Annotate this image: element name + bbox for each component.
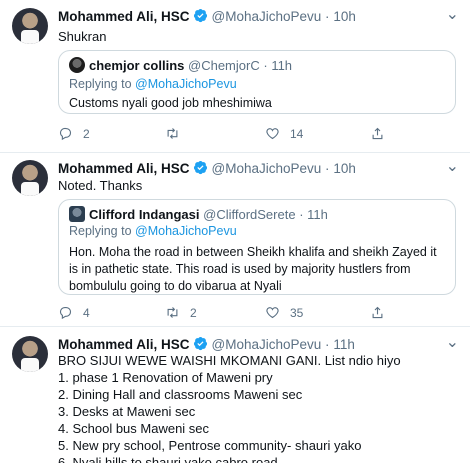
author-name[interactable]: Mohammed Ali, HSC bbox=[58, 9, 190, 24]
quoted-author-name: Clifford Indangasi bbox=[89, 207, 200, 222]
like-count: 14 bbox=[290, 126, 304, 141]
quoted-avatar bbox=[69, 57, 85, 73]
like-button[interactable]: 35 bbox=[265, 305, 303, 320]
heart-icon bbox=[266, 307, 279, 319]
tweet-actions: 2 14 bbox=[58, 126, 383, 144]
tweet-3[interactable]: Mohammed Ali, HSC @MohaJichoPevu · 11h ⌄ … bbox=[0, 327, 470, 463]
retweet-icon bbox=[167, 128, 178, 139]
replying-to-handle[interactable]: @MohaJichoPevu bbox=[135, 77, 237, 91]
share-button[interactable] bbox=[370, 126, 395, 141]
quoted-header: chemjor collins @ChemjorC · 11h bbox=[69, 57, 292, 73]
list-item: 1. phase 1 Renovation of Maweni pry bbox=[58, 370, 273, 385]
replying-to: Replying to @MohaJichoPevu bbox=[69, 77, 237, 91]
author-handle[interactable]: @MohaJichoPevu bbox=[212, 9, 322, 24]
reply-button[interactable]: 4 bbox=[58, 305, 90, 320]
list-item: 2. Dining Hall and classrooms Maweni sec bbox=[58, 387, 303, 402]
separator-dot: · bbox=[325, 161, 330, 176]
tweet-time[interactable]: 10h bbox=[333, 9, 356, 24]
reply-icon bbox=[59, 306, 72, 320]
tweet-time[interactable]: 11h bbox=[333, 337, 355, 352]
more-dots-icon[interactable]: ⌄ bbox=[446, 332, 460, 352]
quoted-header: Clifford Indangasi @CliffordSerete · 11h bbox=[69, 206, 328, 222]
more-dots-icon[interactable]: ⌄ bbox=[446, 4, 460, 24]
separator-dot: · bbox=[325, 337, 330, 352]
list-item: 5. New pry school, Pentrose community- s… bbox=[58, 438, 362, 453]
quoted-tweet[interactable]: chemjor collins @ChemjorC · 11h Replying… bbox=[58, 50, 456, 114]
replying-to-handle[interactable]: @MohaJichoPevu bbox=[135, 224, 237, 238]
replying-to-prefix: Replying to bbox=[69, 224, 132, 238]
retweet-icon bbox=[167, 307, 178, 318]
verified-badge-icon bbox=[193, 160, 207, 175]
quoted-time: 11h bbox=[271, 58, 293, 73]
separator-dot: · bbox=[263, 58, 268, 73]
share-icon bbox=[372, 127, 383, 140]
author-name[interactable]: Mohammed Ali, HSC bbox=[58, 337, 190, 352]
share-icon bbox=[372, 306, 383, 319]
heart-icon bbox=[266, 128, 279, 140]
tweet-1[interactable]: Mohammed Ali, HSC @MohaJichoPevu · 10h ⌄ … bbox=[0, 0, 470, 153]
author-avatar[interactable] bbox=[12, 160, 48, 196]
more-dots-icon[interactable]: ⌄ bbox=[446, 156, 460, 176]
like-count: 35 bbox=[290, 305, 304, 320]
tweet-text: Noted. Thanks bbox=[58, 178, 143, 193]
reply-count: 2 bbox=[83, 126, 90, 141]
author-avatar[interactable] bbox=[12, 8, 48, 44]
tweet-header: Mohammed Ali, HSC @MohaJichoPevu · 10h bbox=[58, 8, 356, 24]
quoted-avatar bbox=[69, 206, 85, 222]
quoted-text: Hon. Moha the road in between Sheikh kha… bbox=[69, 245, 437, 293]
replying-to-prefix: Replying to bbox=[69, 77, 132, 91]
retweet-count: 2 bbox=[190, 305, 197, 320]
separator-dot: · bbox=[299, 207, 304, 222]
list-item: 4. School bus Maweni sec bbox=[58, 421, 210, 436]
reply-button[interactable]: 2 bbox=[58, 126, 90, 141]
tweet-2[interactable]: Mohammed Ali, HSC @MohaJichoPevu · 10h ⌄ … bbox=[0, 153, 470, 327]
retweet-button[interactable]: 2 bbox=[165, 305, 197, 320]
quoted-text: Customs nyali good job mheshimiwa bbox=[69, 96, 272, 110]
reply-count: 4 bbox=[83, 305, 90, 320]
tweet-time[interactable]: 10h bbox=[333, 161, 356, 176]
verified-badge-icon bbox=[193, 336, 207, 351]
tweet-header: Mohammed Ali, HSC @MohaJichoPevu · 11h bbox=[58, 336, 355, 352]
retweet-button[interactable] bbox=[165, 126, 190, 141]
tweet-actions: 4 2 35 bbox=[58, 305, 383, 323]
list-item: 6. Nyali hills to shauri yako cabro road bbox=[58, 455, 278, 463]
quoted-time: 11h bbox=[307, 207, 328, 222]
separator-dot: · bbox=[325, 9, 330, 24]
author-handle[interactable]: @MohaJichoPevu bbox=[212, 337, 322, 352]
quoted-author-handle: @ChemjorC bbox=[188, 58, 260, 73]
tweet-header: Mohammed Ali, HSC @MohaJichoPevu · 10h bbox=[58, 160, 356, 176]
replying-to: Replying to @MohaJichoPevu bbox=[69, 224, 237, 238]
tweet-text: BRO SIJUI WEWE WAISHI MKOMANI GANI. List… bbox=[58, 352, 401, 463]
quoted-author-name: chemjor collins bbox=[89, 58, 185, 73]
share-button[interactable] bbox=[370, 305, 395, 320]
author-name[interactable]: Mohammed Ali, HSC bbox=[58, 161, 190, 176]
tweet-text: Shukran bbox=[58, 29, 107, 44]
reply-icon bbox=[59, 127, 72, 141]
like-button[interactable]: 14 bbox=[265, 126, 303, 141]
list-item: 3. Desks at Maweni sec bbox=[58, 404, 196, 419]
quoted-author-handle: @CliffordSerete bbox=[203, 207, 296, 222]
quoted-tweet[interactable]: Clifford Indangasi @CliffordSerete · 11h… bbox=[58, 199, 456, 295]
author-handle[interactable]: @MohaJichoPevu bbox=[212, 161, 322, 176]
tweet-text-line: BRO SIJUI WEWE WAISHI MKOMANI GANI. List… bbox=[58, 353, 401, 368]
verified-badge-icon bbox=[193, 8, 207, 23]
author-avatar[interactable] bbox=[12, 336, 48, 372]
